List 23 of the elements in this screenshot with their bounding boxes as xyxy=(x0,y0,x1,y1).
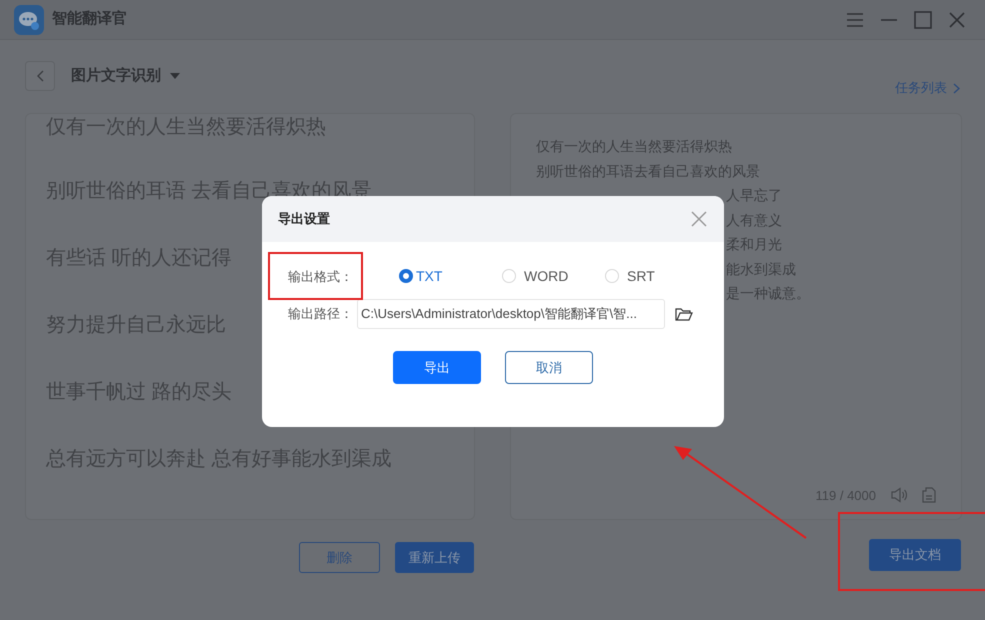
format-radio[interactable]: TXT xyxy=(399,266,502,287)
dialog-title: 导出设置 xyxy=(278,210,330,228)
caret-down-icon[interactable] xyxy=(169,72,181,80)
cancel-button[interactable]: 取消 xyxy=(505,351,593,384)
export-button[interactable]: 导出 xyxy=(393,351,481,384)
folder-icon[interactable] xyxy=(675,306,693,322)
format-radio[interactable]: WORD xyxy=(502,266,605,287)
app-title: 智能翻译官 xyxy=(52,9,127,30)
mode-title[interactable]: 图片文字识别 xyxy=(71,64,161,88)
format-label: 输出格式： xyxy=(288,268,353,286)
close-icon[interactable] xyxy=(947,10,967,30)
path-label: 输出路径： xyxy=(288,305,353,324)
chevron-right-icon xyxy=(953,82,960,94)
copy-icon[interactable] xyxy=(922,487,936,504)
back-button[interactable] xyxy=(25,61,55,91)
speaker-icon[interactable] xyxy=(890,487,908,504)
chevron-left-icon xyxy=(36,70,44,82)
reupload-button[interactable]: 重新上传 xyxy=(395,542,474,573)
format-radio[interactable]: SRT xyxy=(605,266,655,287)
maximize-icon[interactable] xyxy=(913,10,933,30)
export-document-button[interactable]: 导出文档 xyxy=(869,539,961,571)
output-path-field[interactable]: C:\Users\Administrator\desktop\智能翻译官\智... xyxy=(357,299,665,329)
close-icon[interactable] xyxy=(691,211,707,227)
